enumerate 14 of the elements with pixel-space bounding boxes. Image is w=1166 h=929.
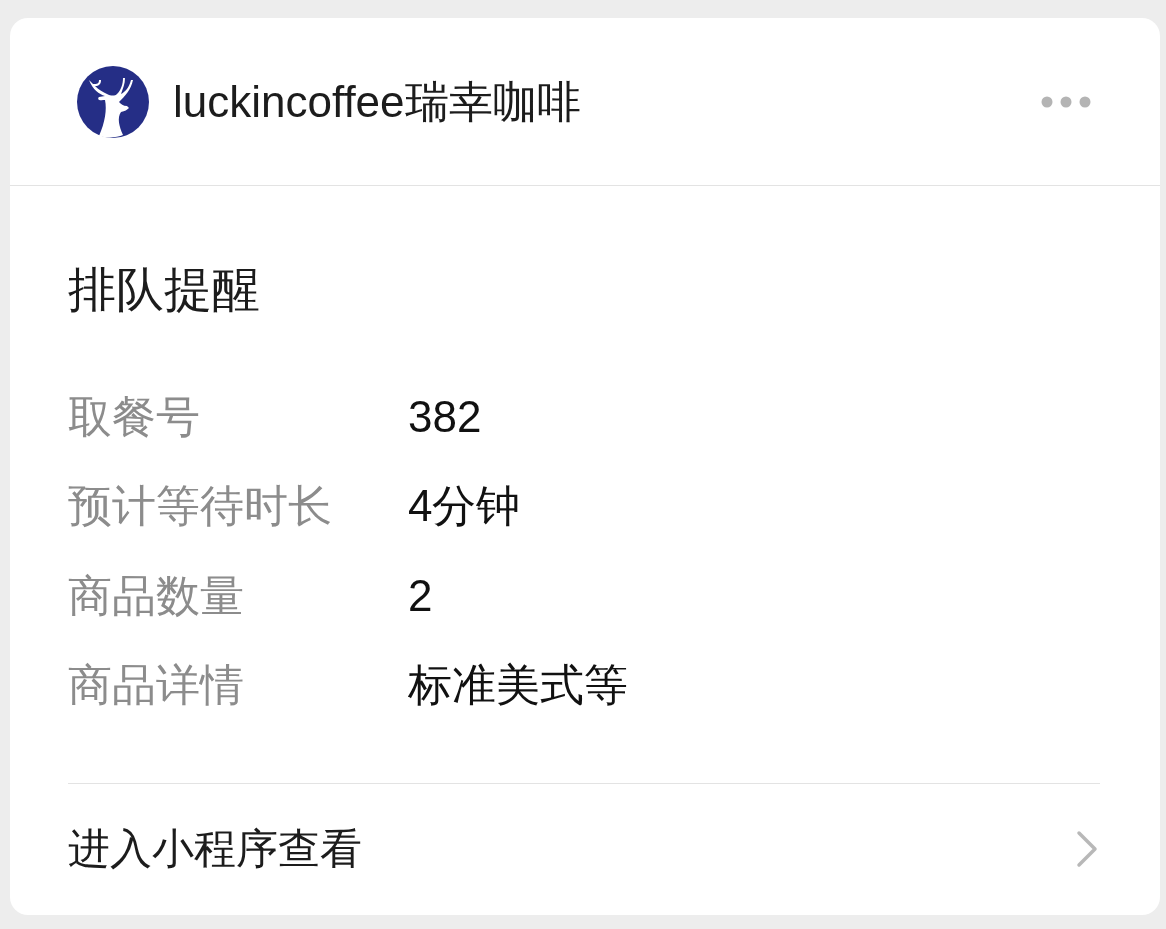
deer-logo-icon	[77, 65, 149, 138]
open-mini-program-link[interactable]: 进入小程序查看	[10, 784, 1160, 914]
field-label: 商品数量	[68, 569, 244, 622]
field-label: 商品详情	[68, 659, 244, 712]
more-icon	[1041, 95, 1091, 108]
field-value: 2	[408, 569, 433, 622]
account-name: luckincoffee瑞幸咖啡	[173, 75, 581, 128]
field-value: 标准美式等	[408, 659, 628, 712]
chevron-right-icon	[1076, 830, 1098, 868]
field-value: 4分钟	[408, 480, 521, 533]
field-label: 取餐号	[68, 390, 200, 443]
field-value: 382	[408, 390, 482, 443]
field-label: 预计等待时长	[68, 480, 332, 533]
notice-title: 排队提醒	[68, 264, 260, 316]
